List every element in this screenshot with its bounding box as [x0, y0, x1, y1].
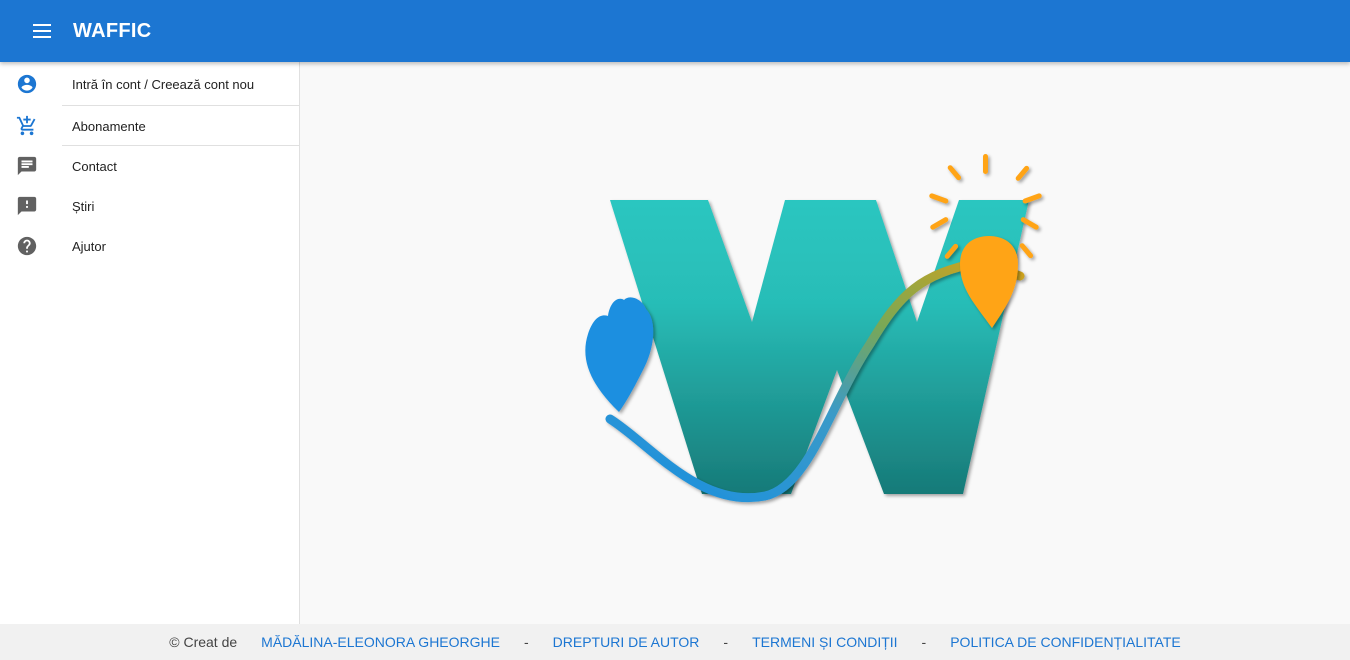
sidebar-item-label: Știri — [72, 198, 95, 214]
sidebar: Intră în cont / Creează cont nou Aboname… — [0, 62, 300, 624]
footer-separator: - — [723, 634, 729, 650]
sidebar-item-label: Intră în cont / Creează cont nou — [72, 76, 255, 92]
add-shopping-cart-icon — [16, 115, 38, 137]
help-icon — [16, 235, 38, 257]
waffic-logo — [585, 154, 1042, 503]
terms-link[interactable]: TERMENI ȘI CONDIȚII — [752, 634, 897, 650]
footer-separator: - — [921, 634, 927, 650]
sidebar-item-label: Contact — [72, 158, 117, 174]
author-link[interactable]: MĂDĂLINA-ELEONORA GHEORGHE — [261, 634, 500, 650]
message-icon — [16, 155, 38, 177]
footer-separator: - — [523, 634, 529, 650]
sidebar-item-help[interactable]: Ajutor — [0, 226, 299, 266]
app-bar: WAFFIC — [0, 0, 1350, 62]
logo-drop — [585, 297, 654, 412]
menu-icon[interactable] — [27, 16, 57, 46]
sidebar-item-label: Abonamente — [72, 118, 146, 134]
sidebar-item-news[interactable]: Știri — [0, 186, 299, 226]
footer: © Creat de MĂDĂLINA-ELEONORA GHEORGHE - … — [0, 624, 1350, 660]
app-title[interactable]: WAFFIC — [73, 20, 151, 43]
feedback-icon — [16, 195, 38, 217]
sidebar-item-login[interactable]: Intră în cont / Creează cont nou — [0, 62, 299, 106]
sidebar-item-contact[interactable]: Contact — [0, 146, 299, 186]
main-content — [300, 62, 1350, 624]
sidebar-item-subscriptions[interactable]: Abonamente — [0, 106, 299, 146]
logo-letter-w — [610, 200, 1029, 494]
privacy-link[interactable]: POLITICA DE CONFIDENȚIALITATE — [950, 634, 1181, 650]
footer-credit: © Creat de — [169, 634, 238, 650]
sidebar-item-label: Ajutor — [72, 238, 106, 254]
account-circle-icon — [16, 73, 38, 95]
copyright-link[interactable]: DREPTURI DE AUTOR — [553, 634, 700, 650]
